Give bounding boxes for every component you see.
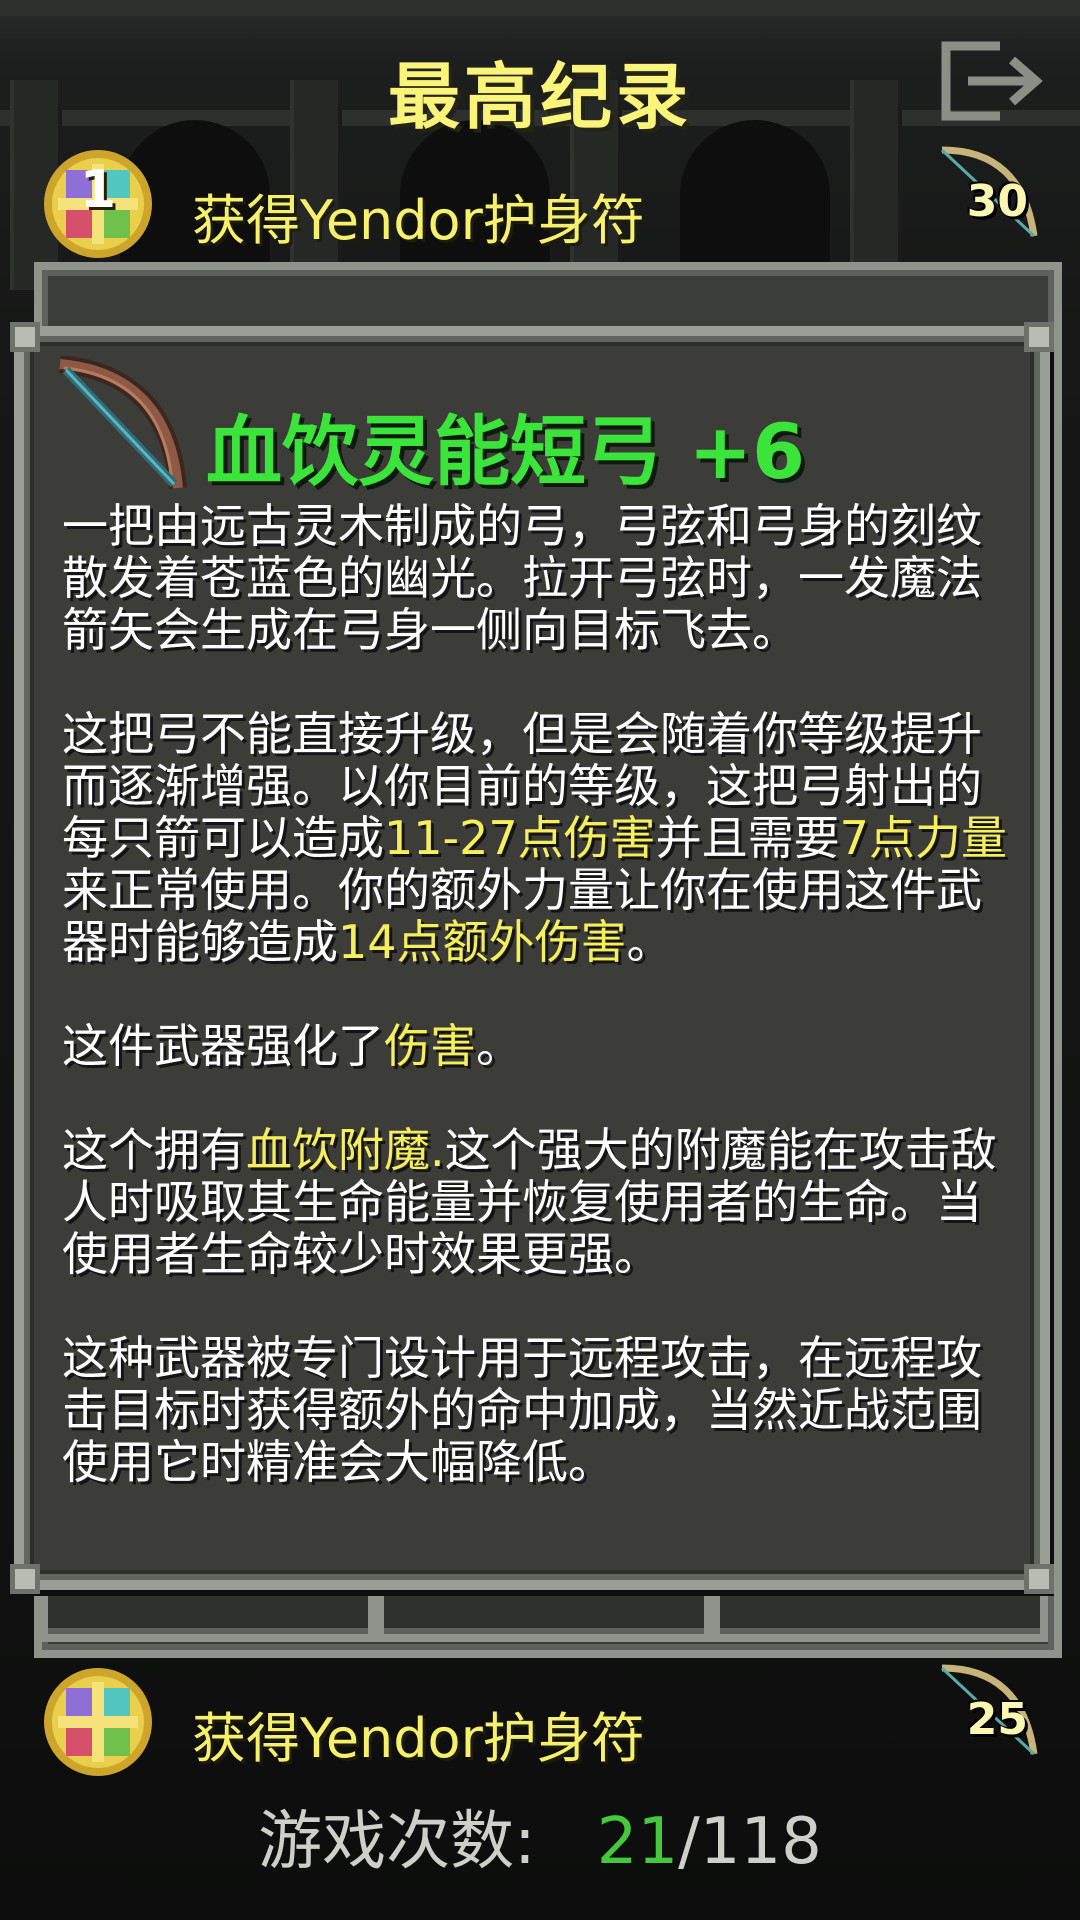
description-text: 这件武器强化了 bbox=[62, 1019, 384, 1073]
enchantment-highlight: 血饮附魔. bbox=[246, 1123, 445, 1177]
page-title: 最高纪录 bbox=[387, 55, 692, 139]
games-label: 游戏次数: bbox=[258, 1805, 536, 1879]
description-paragraph: 这件武器强化了伤害。 bbox=[62, 1020, 1022, 1072]
games-played: 游戏次数: 21/118 bbox=[0, 1790, 1080, 1882]
exit-button[interactable] bbox=[938, 40, 1050, 122]
record-description: 获得Yendor护身符 bbox=[192, 189, 645, 252]
strength-requirement-highlight: 7点力量 bbox=[839, 811, 1007, 865]
description-text: 这种武器被专门设计用于远程攻击，在远程攻击目标时获得额外的命中加成，当然近战范围… bbox=[62, 1331, 982, 1489]
wall-beam bbox=[0, 0, 1080, 16]
record-description: 获得Yendor护身符 bbox=[192, 1707, 645, 1770]
frame-corner bbox=[1024, 322, 1054, 352]
frame-corner bbox=[10, 322, 40, 352]
description-text: 一把由远古灵木制成的弓，弓弦和弓身的刻纹散发着苍蓝色的幽光。拉开弓弦时，一发魔法… bbox=[62, 499, 982, 657]
record-row[interactable]: 1 获得Yendor护身符 30 bbox=[40, 146, 1050, 266]
rank-number: 1 bbox=[79, 160, 117, 220]
description-paragraph: 这个拥有血饮附魔.这个强大的附魔能在攻击敌人时吸取其生命能量并恢复使用者的生命。… bbox=[62, 1124, 1022, 1280]
frame-corner bbox=[10, 1564, 40, 1594]
games-total: 118 bbox=[699, 1805, 822, 1879]
description-text: 并且需要 bbox=[655, 811, 840, 865]
item-description: 一把由远古灵木制成的弓，弓弦和弓身的刻纹散发着苍蓝色的幽光。拉开弓弦时，一发魔法… bbox=[62, 500, 1022, 1488]
description-paragraph: 一把由远古灵木制成的弓，弓弦和弓身的刻纹散发着苍蓝色的幽光。拉开弓弦时，一发魔法… bbox=[62, 500, 1022, 656]
exit-icon bbox=[941, 41, 1043, 121]
augment-highlight: 伤害 bbox=[384, 1019, 476, 1073]
games-separator: / bbox=[678, 1805, 700, 1879]
description-paragraph: 这种武器被专门设计用于远程攻击，在远程攻击目标时获得额外的命中加成，当然近战范围… bbox=[62, 1332, 1022, 1488]
item-name: 血饮灵能短弓 +6 bbox=[206, 407, 806, 496]
amulet-emblem-icon bbox=[44, 1668, 152, 1776]
damage-range-highlight: 11-27点伤害 bbox=[384, 811, 656, 865]
description-text: 。 bbox=[476, 1019, 522, 1073]
description-text: 这个拥有 bbox=[62, 1123, 246, 1177]
frame-corner bbox=[1024, 1564, 1054, 1594]
description-paragraph: 这把弓不能直接升级，但是会随着你等级提升而逐渐增强。以你目前的等级，这把弓射出的… bbox=[62, 708, 1022, 968]
spirit-bow-icon bbox=[59, 356, 187, 489]
games-won: 21 bbox=[596, 1805, 679, 1879]
record-row[interactable]: 获得Yendor护身符 25 bbox=[40, 1664, 1050, 1784]
depth-number: 30 bbox=[966, 176, 1028, 227]
depth-number: 25 bbox=[966, 1694, 1028, 1745]
description-text: 。 bbox=[626, 915, 673, 969]
bonus-damage-highlight: 14点额外伤害 bbox=[338, 915, 627, 969]
